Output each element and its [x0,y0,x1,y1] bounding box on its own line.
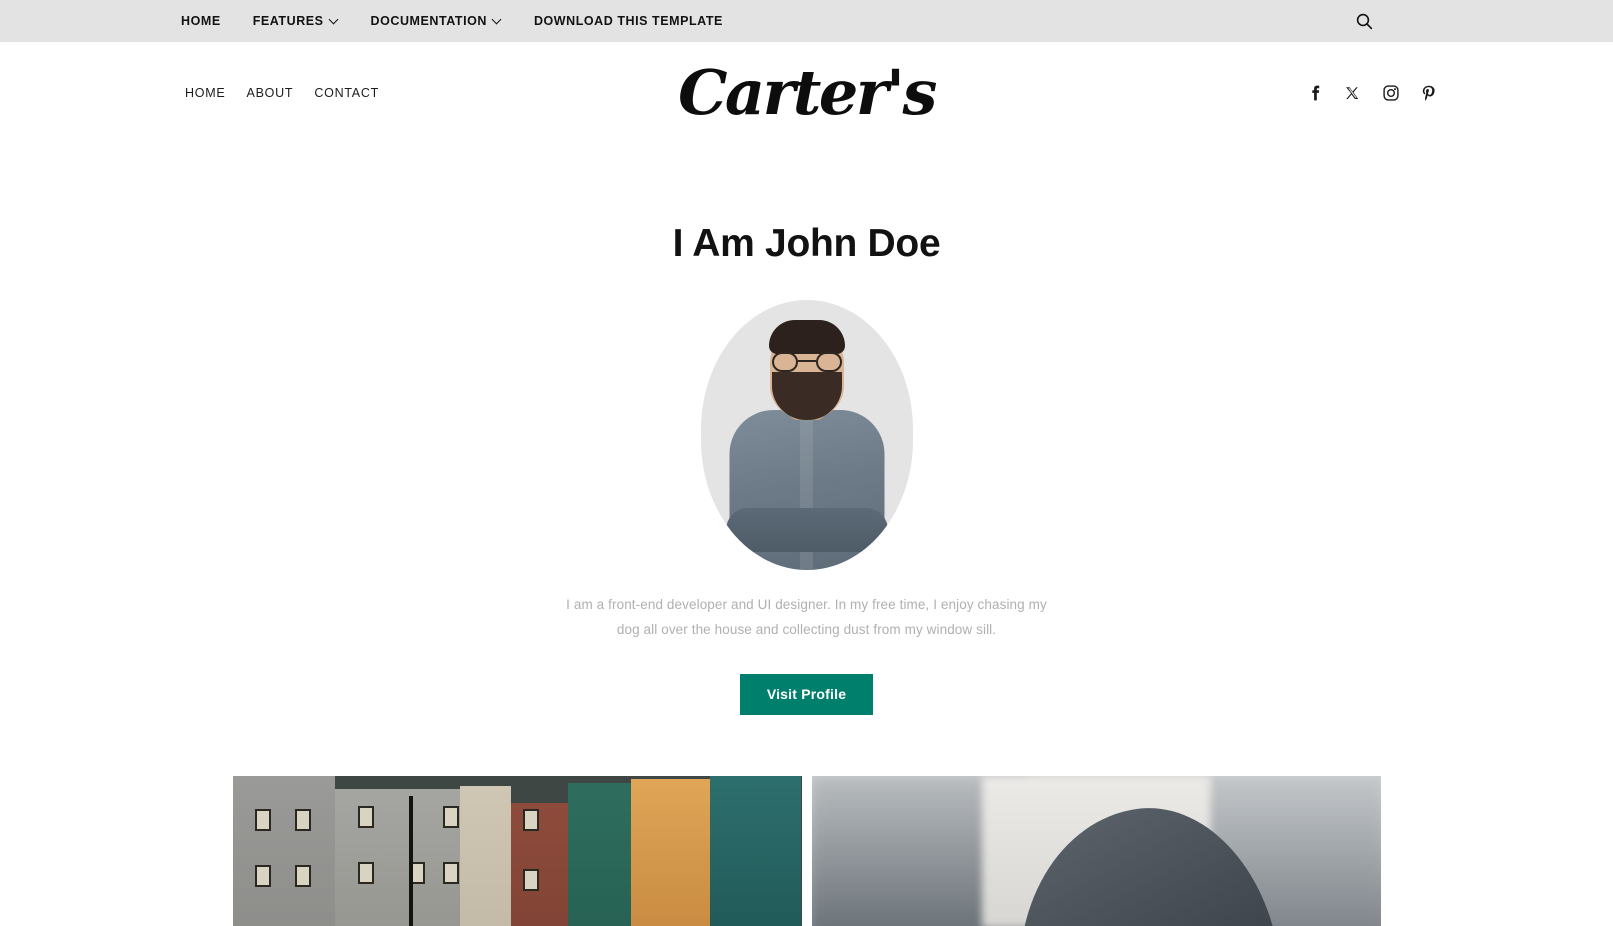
topbar-item-documentation-label: DOCUMENTATION [370,13,487,28]
instagram-link[interactable] [1382,85,1399,102]
alley-building-3 [460,786,512,926]
site-masthead: HOME ABOUT CONTACT Carter's [0,42,1613,144]
alley-window [255,865,272,888]
avatar-lens-left [771,351,798,372]
main-nav-item-about[interactable]: ABOUT [247,87,294,100]
cta-wrapper: Visit Profile [0,673,1613,716]
alley-window [443,861,460,884]
social-links [1306,85,1437,102]
hero-section: I Am John Doe I am a front-end developer… [0,144,1613,716]
alley-window [522,868,539,891]
instagram-icon [1382,85,1399,101]
chevron-down-icon [330,16,339,25]
search-button[interactable] [1322,13,1613,30]
topbar-item-features[interactable]: FEATURES [253,15,339,28]
topbar-item-download-template[interactable]: DOWNLOAD THIS TEMPLATE [534,15,723,28]
alley-window [357,861,374,884]
topbar-item-home-label: HOME [181,13,221,28]
avatar-arms [725,507,888,552]
avatar [700,299,913,570]
alley-building-6 [630,779,711,926]
search-icon [1356,13,1373,29]
alley-window [443,805,460,828]
x-twitter-link[interactable] [1344,85,1361,102]
alley-window [522,809,539,832]
alley-building-7 [710,776,802,926]
site-logo[interactable]: Carter's [678,62,937,124]
avatar-hair [768,319,845,354]
alley-building-5 [568,782,631,926]
image-gallery [232,776,1381,926]
facebook-link[interactable] [1306,85,1323,102]
alley-window [295,809,312,832]
chevron-down-icon [493,16,502,25]
alley-lamp-post [408,795,413,926]
gallery-image-hoodie[interactable] [811,776,1381,926]
alley-building-2 [334,789,461,926]
facebook-icon [1311,85,1319,101]
x-twitter-icon [1346,86,1359,99]
alley-window [295,865,312,888]
alley-window [255,809,272,832]
topbar-item-features-label: FEATURES [252,13,324,28]
gallery-image-alley[interactable] [232,776,802,926]
topbar-item-documentation[interactable]: DOCUMENTATION [371,15,502,28]
pinterest-icon [1422,85,1435,101]
alley-window [357,805,374,828]
visit-profile-button[interactable]: Visit Profile [739,673,874,716]
main-nav-item-home[interactable]: HOME [185,87,226,100]
avatar-glasses-icon [771,351,842,372]
top-utility-nav: HOME FEATURES DOCUMENTATION DOWNLOAD THI… [181,15,723,28]
top-utility-bar: HOME FEATURES DOCUMENTATION DOWNLOAD THI… [0,0,1613,42]
pinterest-link[interactable] [1420,85,1437,102]
avatar-wrapper [700,299,913,570]
avatar-glasses-bridge [797,359,816,363]
main-nav: HOME ABOUT CONTACT [185,87,379,100]
alley-building-4 [511,802,569,926]
hero-description: I am a front-end developer and UI design… [566,596,1047,637]
avatar-lens-right [815,351,842,372]
alley-building-1 [232,776,335,926]
main-nav-item-contact[interactable]: CONTACT [314,87,379,100]
topbar-item-home[interactable]: HOME [181,15,221,28]
page-title: I Am John Doe [672,222,941,265]
topbar-item-download-template-label: DOWNLOAD THIS TEMPLATE [533,13,723,28]
